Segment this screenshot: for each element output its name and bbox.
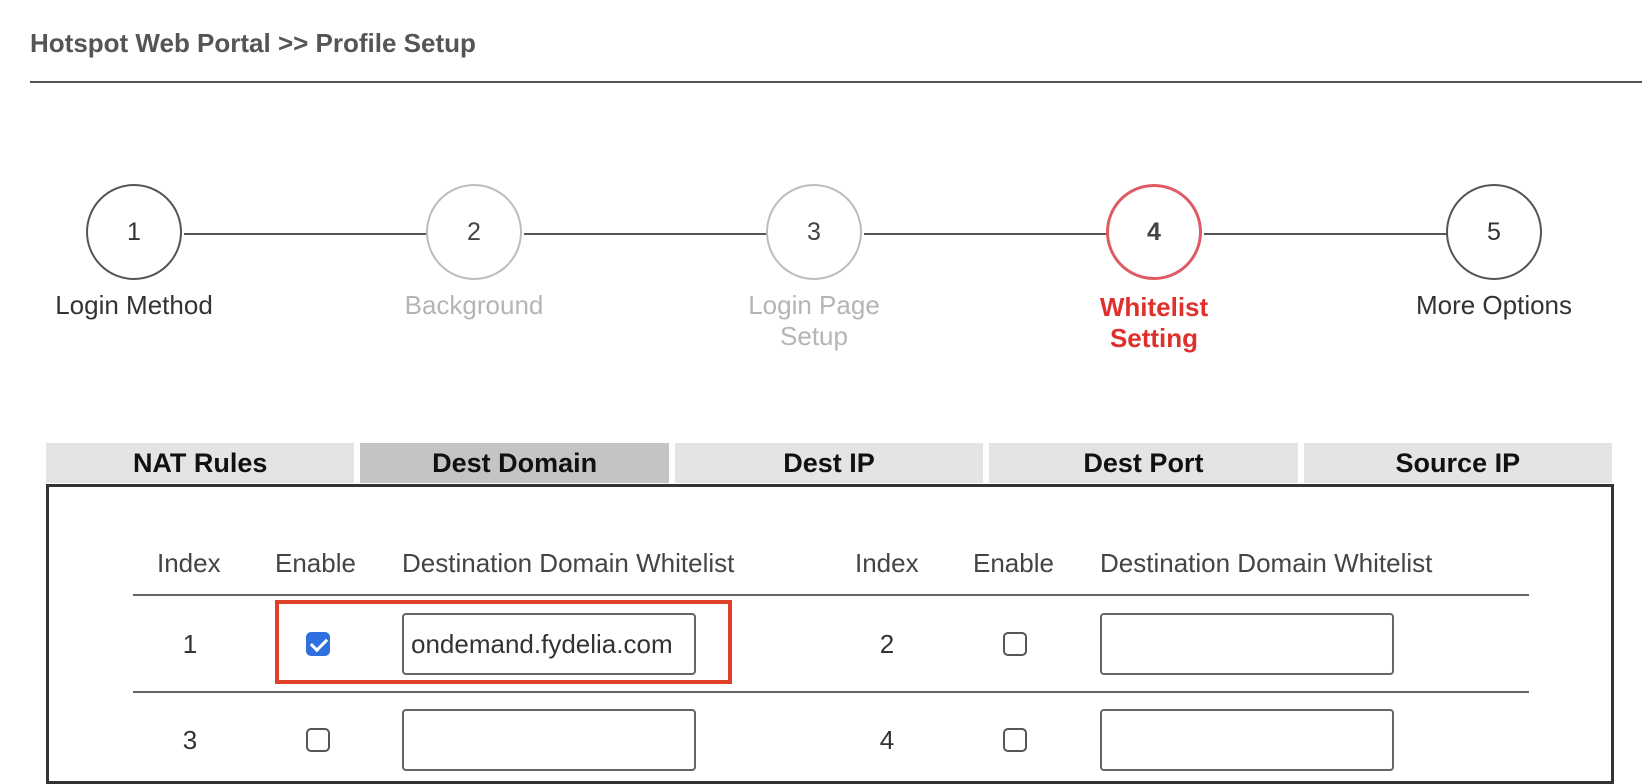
enable-checkbox[interactable] <box>306 728 330 752</box>
wizard-steps: 1 2 3 4 5 Login Method Background Login … <box>0 0 1642 400</box>
step-2-label[interactable]: Background <box>354 290 594 321</box>
column-header-enable: Enable <box>275 548 356 578</box>
step-connector <box>184 233 427 235</box>
domain-input[interactable] <box>1100 709 1394 771</box>
tab-dest-port[interactable]: Dest Port <box>989 443 1298 483</box>
column-header-index: Index <box>855 548 919 578</box>
step-connector <box>1204 233 1447 235</box>
table-row-divider <box>133 594 1529 596</box>
step-5-label[interactable]: More Options <box>1374 290 1614 321</box>
tab-dest-domain[interactable]: Dest Domain <box>360 443 669 483</box>
step-3-circle[interactable]: 3 <box>766 184 862 280</box>
step-connector <box>524 233 767 235</box>
domain-input[interactable] <box>402 709 696 771</box>
table-row-index: 2 <box>879 629 895 659</box>
tab-nat-rules[interactable]: NAT Rules <box>46 443 355 483</box>
tab-source-ip[interactable]: Source IP <box>1303 443 1613 483</box>
column-header-index: Index <box>157 548 221 578</box>
step-4-circle[interactable]: 4 <box>1106 184 1202 280</box>
enable-checkbox[interactable] <box>1003 632 1027 656</box>
whitelist-tab-bar: NAT Rules Dest Domain Dest IP Dest Port … <box>46 443 1613 483</box>
table-row-index: 4 <box>879 725 895 755</box>
column-header-domain: Destination Domain Whitelist <box>402 548 735 578</box>
tab-dest-ip[interactable]: Dest IP <box>674 443 984 483</box>
table-row-index: 1 <box>182 629 198 659</box>
step-1-label[interactable]: Login Method <box>14 290 254 321</box>
column-header-enable: Enable <box>973 548 1054 578</box>
step-4-label[interactable]: Whitelist Setting <box>1090 292 1218 354</box>
enable-checkbox[interactable] <box>1003 728 1027 752</box>
step-2-circle[interactable]: 2 <box>426 184 522 280</box>
table-row-index: 3 <box>182 725 198 755</box>
step-3-label[interactable]: Login Page Setup <box>742 290 886 352</box>
table-row-divider <box>133 691 1529 693</box>
domain-input[interactable] <box>1100 613 1394 675</box>
highlight-box <box>275 600 732 684</box>
step-connector <box>864 233 1107 235</box>
step-5-circle[interactable]: 5 <box>1446 184 1542 280</box>
column-header-domain: Destination Domain Whitelist <box>1100 548 1433 578</box>
step-1-circle[interactable]: 1 <box>86 184 182 280</box>
